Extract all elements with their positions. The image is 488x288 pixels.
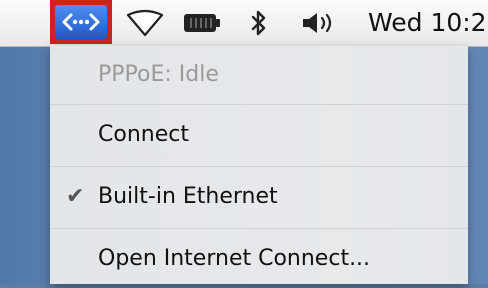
menu-item-built-in-ethernet[interactable]: ✔ Built-in Ethernet	[50, 168, 468, 226]
menu-item-connect[interactable]: Connect	[50, 106, 468, 164]
volume-icon[interactable]	[296, 0, 342, 46]
menu-item-open-internet-connect[interactable]: Open Internet Connect...	[50, 230, 468, 288]
menu-item-label: Open Internet Connect...	[98, 246, 371, 271]
network-status-menu[interactable]	[50, 0, 112, 44]
network-menu: PPPoE: Idle Connect ✔ Built-in Ethernet …	[50, 46, 468, 284]
menu-item-label: Connect	[98, 122, 189, 147]
bluetooth-icon[interactable]	[244, 0, 274, 46]
wifi-icon[interactable]	[122, 0, 168, 46]
network-icon	[55, 5, 107, 39]
menu-separator	[50, 228, 468, 229]
checkmark-icon: ✔	[66, 184, 85, 209]
menu-separator	[50, 104, 468, 105]
menu-item-label: Built-in Ethernet	[98, 184, 278, 209]
battery-icon[interactable]	[180, 0, 224, 46]
menu-item-label: PPPoE: Idle	[98, 62, 219, 87]
menu-item-pppoe-status: PPPoE: Idle	[50, 46, 468, 104]
menubar-clock[interactable]: Wed 10:2	[368, 0, 487, 46]
menu-separator	[50, 166, 468, 167]
menubar: Wed 10:2	[0, 0, 488, 47]
